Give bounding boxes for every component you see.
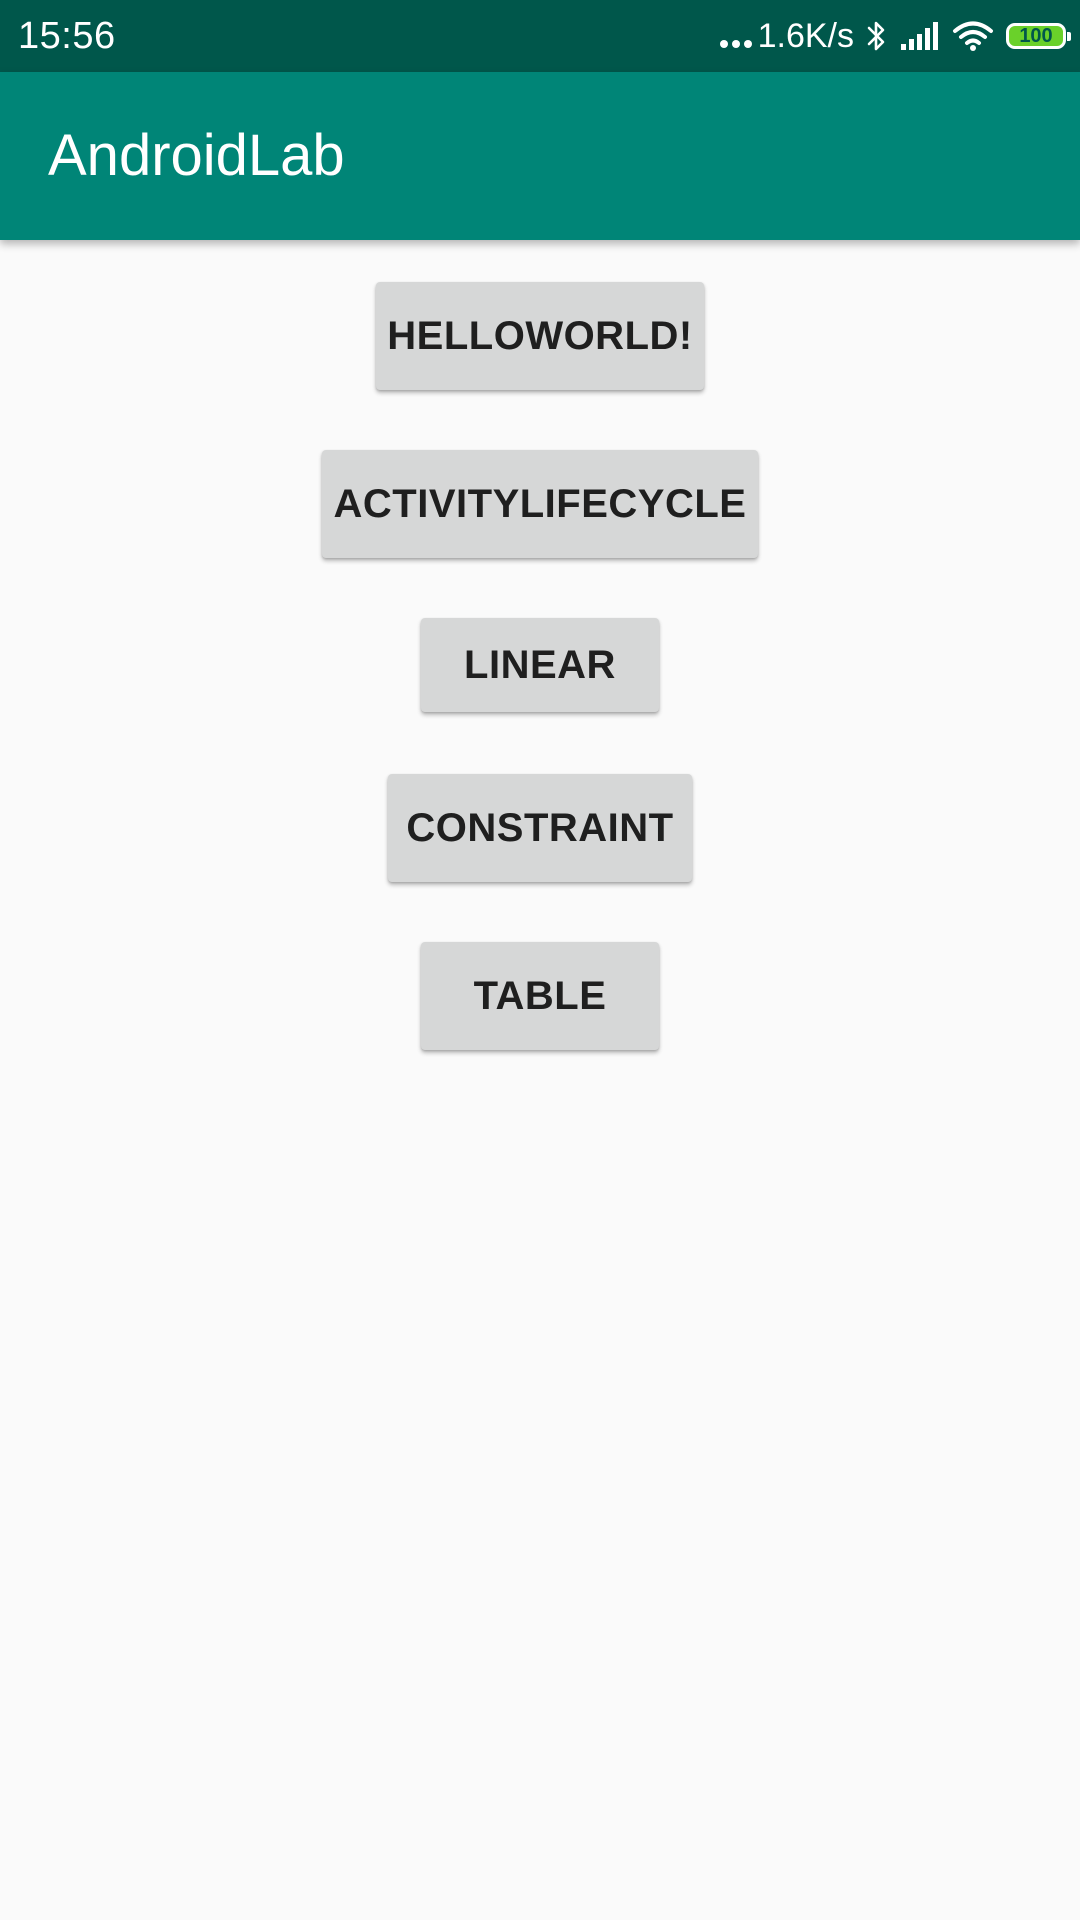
- battery-level: 100: [1019, 25, 1053, 47]
- signal-icon: [901, 22, 938, 50]
- constraint-button[interactable]: CONSTRAINT: [388, 774, 692, 882]
- linear-button[interactable]: LINEAR: [421, 618, 659, 712]
- net-speed: 1.6K/s: [757, 17, 854, 55]
- activity-lifecycle-button[interactable]: ACTIVITYLIFECYCLE: [322, 450, 758, 558]
- main-content: HELLOWORLD! ACTIVITYLIFECYCLE LINEAR CON…: [0, 240, 1080, 1920]
- wifi-icon: [953, 21, 993, 51]
- app-bar: AndroidLab: [0, 72, 1080, 240]
- table-button[interactable]: TABLE: [421, 942, 659, 1050]
- status-icons: 1.6K/s 100: [719, 14, 1071, 58]
- status-bar: 15:56 1.6K/s 100: [0, 0, 1080, 72]
- bluetooth-icon: [867, 21, 885, 51]
- status-time: 15:56: [18, 15, 116, 57]
- app-title: AndroidLab: [48, 123, 345, 188]
- battery-icon: 100: [1006, 23, 1071, 49]
- helloworld-button[interactable]: HELLOWORLD!: [376, 282, 704, 390]
- network-activity-dots-icon: [719, 14, 752, 58]
